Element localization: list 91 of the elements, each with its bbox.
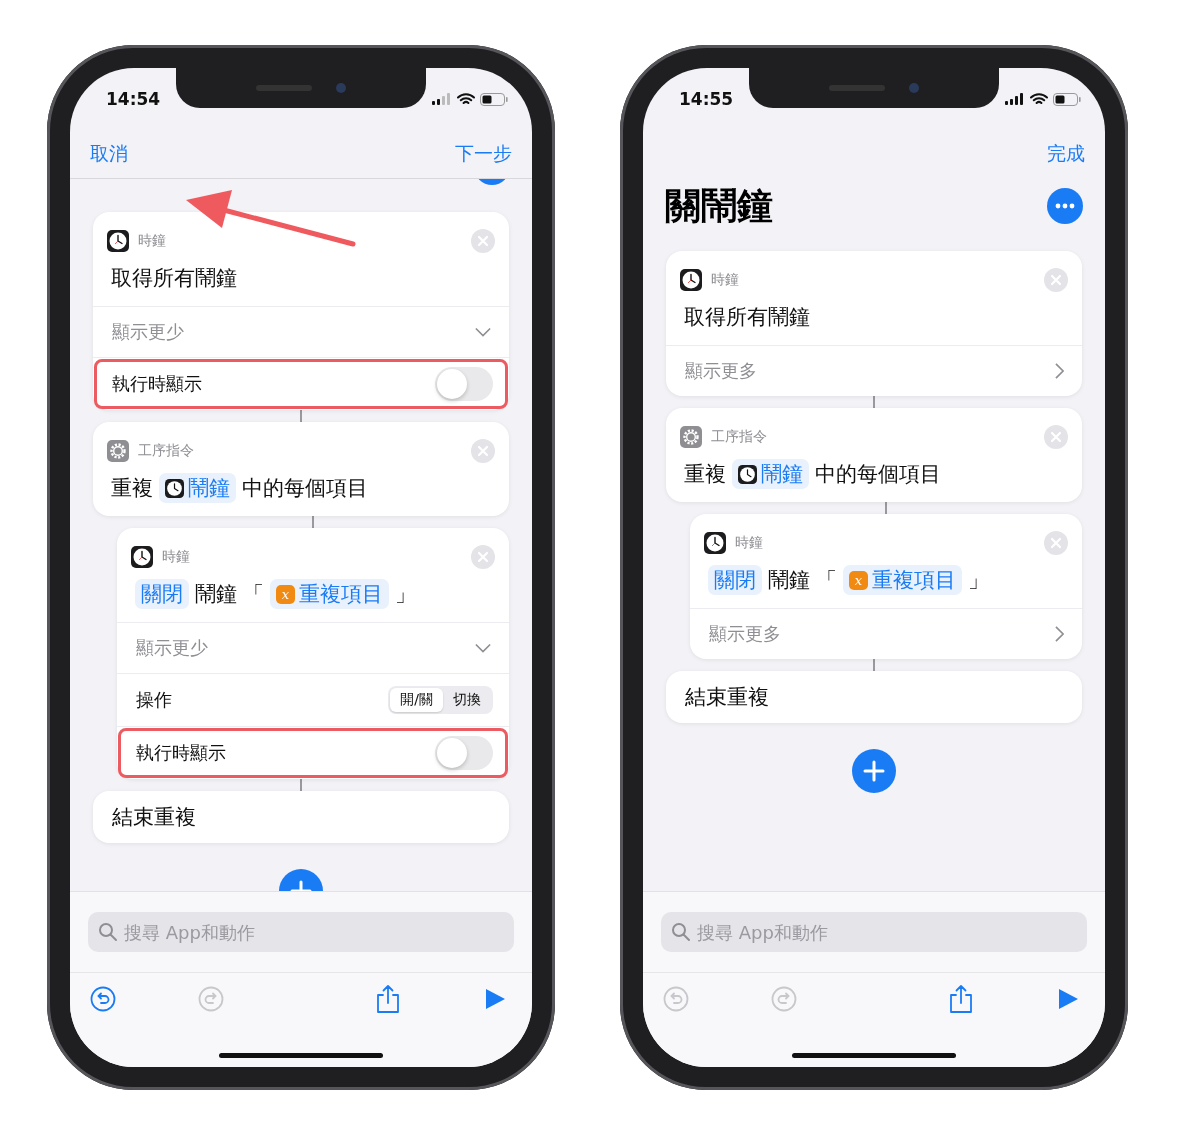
search-icon — [671, 922, 691, 942]
show-more-row[interactable]: 顯示更少 — [117, 622, 509, 673]
share-icon[interactable] — [375, 984, 401, 1014]
segment[interactable]: 切換 — [443, 688, 491, 712]
action-text: 「 — [243, 581, 264, 608]
undo-button[interactable] — [90, 986, 116, 1012]
remove-button[interactable] — [471, 545, 495, 569]
remove-button[interactable] — [471, 439, 495, 463]
chevron-down-icon — [475, 327, 491, 337]
play-icon[interactable] — [1057, 987, 1079, 1011]
status-time: 14:54 — [106, 89, 162, 109]
variable-token[interactable]: 鬧鐘 — [732, 459, 809, 489]
segment[interactable]: 開/關 — [390, 688, 443, 712]
variable-token[interactable]: x 重複項目 — [270, 579, 389, 609]
gear-icon — [680, 426, 702, 448]
action-text: 重複 — [111, 475, 153, 502]
action-card[interactable]: 時鐘 關閉 鬧鐘 「 x 重複項目 」 顯示更少 操作 開/關 切換 執行時顯示 — [117, 528, 509, 779]
action-card[interactable]: 工序指令 重複 鬧鐘 中的每個項目 — [93, 422, 509, 516]
battery-icon — [1053, 92, 1081, 106]
wifi-icon — [1030, 92, 1048, 106]
action-text: 鬧鐘 — [768, 567, 810, 594]
parameter-token[interactable]: 關閉 — [708, 565, 762, 595]
chevron-right-icon — [1055, 363, 1064, 379]
variable-token[interactable]: x 重複項目 — [843, 565, 962, 595]
show-more-row[interactable]: 顯示更多 — [690, 608, 1082, 659]
app-name: 工序指令 — [711, 428, 767, 446]
clock-icon — [680, 269, 702, 291]
clock-icon — [107, 230, 129, 252]
app-name: 時鐘 — [138, 232, 166, 250]
signal-icon — [1005, 93, 1025, 105]
redo-button[interactable] — [771, 986, 797, 1012]
action-text: 重複 — [684, 461, 726, 488]
next-button[interactable]: 下一步 — [455, 141, 512, 167]
action-text: 」 — [395, 581, 416, 608]
cancel-button[interactable]: 取消 — [90, 141, 128, 167]
clock-icon — [165, 478, 184, 498]
action-text: 中的每個項目 — [242, 475, 368, 502]
more-button[interactable] — [1047, 188, 1083, 224]
next-button[interactable]: 完成 — [1047, 141, 1085, 167]
app-name: 時鐘 — [162, 548, 190, 566]
show-more-row[interactable]: 顯示更少 — [93, 306, 509, 357]
status-time: 14:55 — [679, 89, 735, 109]
clock-icon — [738, 464, 757, 484]
action-text: 」 — [968, 567, 989, 594]
variable-token[interactable]: 鬧鐘 — [159, 473, 236, 503]
share-icon[interactable] — [948, 984, 974, 1014]
option-label: 執行時顯示 — [112, 372, 202, 396]
add-button[interactable] — [852, 749, 896, 793]
shortcut-title: 關鬧鐘 — [665, 183, 773, 228]
app-name: 工序指令 — [138, 442, 194, 460]
search-icon — [98, 922, 118, 942]
toggle-switch[interactable] — [435, 367, 493, 401]
chevron-down-icon — [475, 643, 491, 653]
redo-button[interactable] — [198, 986, 224, 1012]
action-text: 鬧鐘 — [195, 581, 237, 608]
action-card[interactable]: 工序指令 重複 鬧鐘 中的每個項目 — [666, 408, 1082, 502]
action-text: 取得所有鬧鐘 — [684, 304, 810, 331]
undo-button[interactable] — [663, 986, 689, 1012]
battery-icon — [480, 92, 508, 106]
end-repeat-label: 結束重複 — [112, 804, 196, 831]
remove-button[interactable] — [1044, 425, 1068, 449]
end-repeat-block[interactable]: 結束重複 — [93, 791, 509, 843]
remove-button[interactable] — [1044, 268, 1068, 292]
option-label: 操作 — [136, 688, 172, 712]
search-field[interactable]: 搜尋 App和動作 — [661, 912, 1087, 952]
action-card[interactable]: 時鐘 取得所有鬧鐘 顯示更多 — [666, 251, 1082, 396]
action-card[interactable]: 時鐘 取得所有鬧鐘 顯示更少 執行時顯示 — [93, 212, 509, 410]
end-repeat-block[interactable]: 結束重複 — [666, 671, 1082, 723]
clock-icon — [704, 532, 726, 554]
remove-button[interactable] — [1044, 531, 1068, 555]
action-text: 取得所有鬧鐘 — [111, 265, 237, 292]
app-name: 時鐘 — [711, 271, 739, 289]
ellipsis-icon — [1055, 203, 1075, 209]
signal-icon — [432, 93, 452, 105]
action-text: 中的每個項目 — [815, 461, 941, 488]
search-field[interactable]: 搜尋 App和動作 — [88, 912, 514, 952]
remove-button[interactable] — [471, 229, 495, 253]
gear-icon — [107, 440, 129, 462]
action-card[interactable]: 時鐘 關閉 鬧鐘 「 x 重複項目 」 顯示更多 — [690, 514, 1082, 659]
play-icon[interactable] — [484, 987, 506, 1011]
chevron-right-icon — [1055, 626, 1064, 642]
clock-icon — [131, 546, 153, 568]
show-more-row[interactable]: 顯示更多 — [666, 345, 1082, 396]
app-name: 時鐘 — [735, 534, 763, 552]
action-text: 「 — [816, 567, 837, 594]
end-repeat-label: 結束重複 — [685, 684, 769, 711]
option-label: 執行時顯示 — [136, 741, 226, 765]
segmented-control[interactable]: 開/關 切換 — [388, 686, 493, 714]
parameter-token[interactable]: 關閉 — [135, 579, 189, 609]
wifi-icon — [457, 92, 475, 106]
toggle-switch[interactable] — [435, 736, 493, 770]
